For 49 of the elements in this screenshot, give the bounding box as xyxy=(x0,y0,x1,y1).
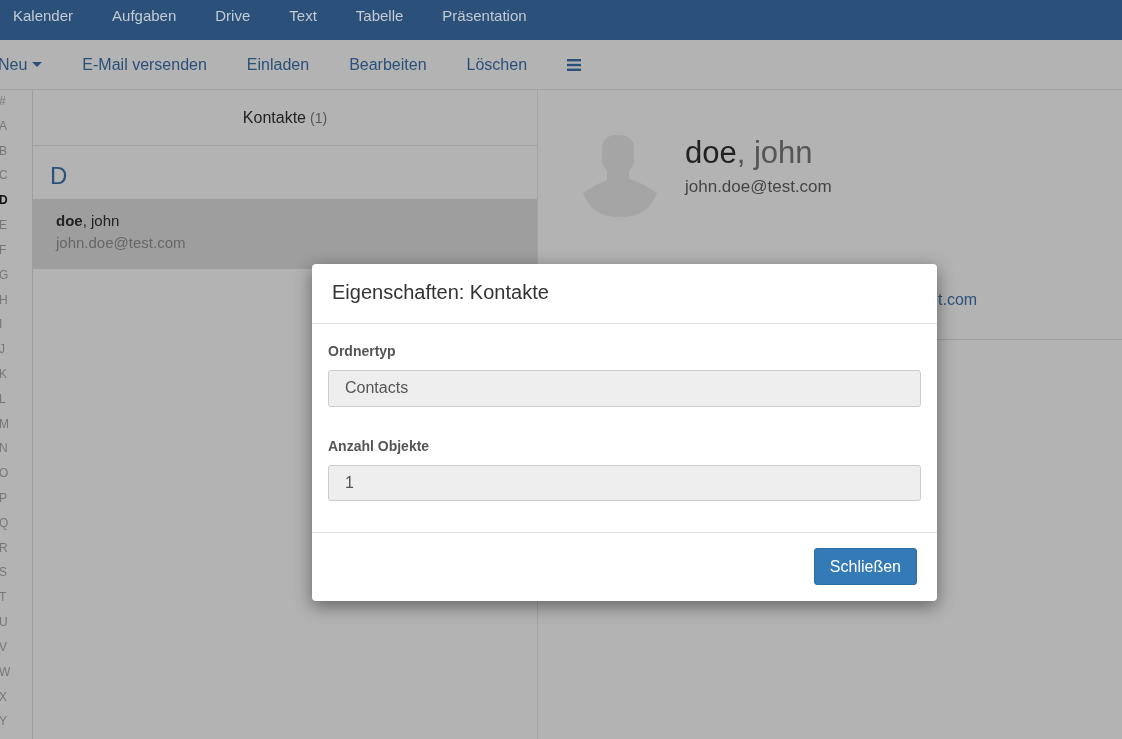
group-letter: D xyxy=(49,161,68,191)
readonly-field[interactable]: 1 xyxy=(328,464,921,501)
index-letter[interactable]: E xyxy=(0,218,7,243)
detail-email: john.doe@test.com xyxy=(685,177,832,197)
index-letter[interactable]: Q xyxy=(0,515,9,541)
toolbar-link[interactable]: Löschen xyxy=(466,55,528,74)
index-letter[interactable]: O xyxy=(0,466,9,491)
close-button[interactable]: Schließen xyxy=(813,548,917,585)
index-letter[interactable]: B xyxy=(0,143,7,169)
app-link[interactable]: Aufgaben xyxy=(112,6,177,34)
contact-count: (1) xyxy=(310,109,328,126)
index-letter[interactable]: K xyxy=(0,366,7,392)
app-link[interactable]: Text xyxy=(289,6,317,34)
new-dropdown[interactable]: Neu xyxy=(0,55,43,74)
index-letter[interactable]: G xyxy=(0,267,9,293)
toolbar-link[interactable]: Einladen xyxy=(246,55,310,74)
index-letter[interactable]: C xyxy=(0,168,8,194)
app-link[interactable]: Tabelle xyxy=(355,6,404,34)
index-letter[interactable]: L xyxy=(0,391,6,417)
menu-icon[interactable] xyxy=(567,58,582,71)
index-letter[interactable]: D xyxy=(0,193,8,219)
index-letter[interactable]: T xyxy=(0,590,7,616)
toolbar-link[interactable]: Bearbeiten xyxy=(349,55,427,74)
contact-item[interactable]: doe, john john.doe@test.com xyxy=(33,199,537,269)
dialog-title: Eigenschaften: Kontakte xyxy=(312,264,937,324)
list-title: Kontakte xyxy=(242,108,306,127)
index-letter[interactable]: U xyxy=(0,615,8,640)
index-letter[interactable]: P xyxy=(0,491,7,516)
caret-icon xyxy=(32,62,43,67)
field-label: Anzahl Objekte xyxy=(328,437,430,454)
index-letter[interactable]: J xyxy=(0,342,5,367)
index-letter[interactable]: Y xyxy=(0,714,7,739)
toolbar-link[interactable]: E-Mail versenden xyxy=(82,55,207,74)
index-letter[interactable]: R xyxy=(0,540,8,566)
contact-email: john.doe@test.com xyxy=(56,234,186,251)
readonly-field[interactable]: Contacts xyxy=(328,370,921,407)
index-letter[interactable]: S xyxy=(0,565,7,591)
app-link[interactable]: Drive xyxy=(215,6,251,34)
index-letter[interactable]: F xyxy=(0,242,7,268)
app-link[interactable]: Präsentation xyxy=(442,6,527,34)
index-letter[interactable]: H xyxy=(0,292,8,318)
contact-full-name: doe, john xyxy=(685,135,813,171)
index-letter[interactable]: X xyxy=(0,689,7,715)
app-link[interactable]: Kalender xyxy=(13,6,74,34)
field-label: Ordnertyp xyxy=(328,343,396,359)
index-letter[interactable]: N xyxy=(0,441,8,467)
index-letter[interactable]: M xyxy=(0,416,9,442)
contact-name: doe, john xyxy=(56,212,120,229)
email-link[interactable]: t.com xyxy=(938,291,978,308)
